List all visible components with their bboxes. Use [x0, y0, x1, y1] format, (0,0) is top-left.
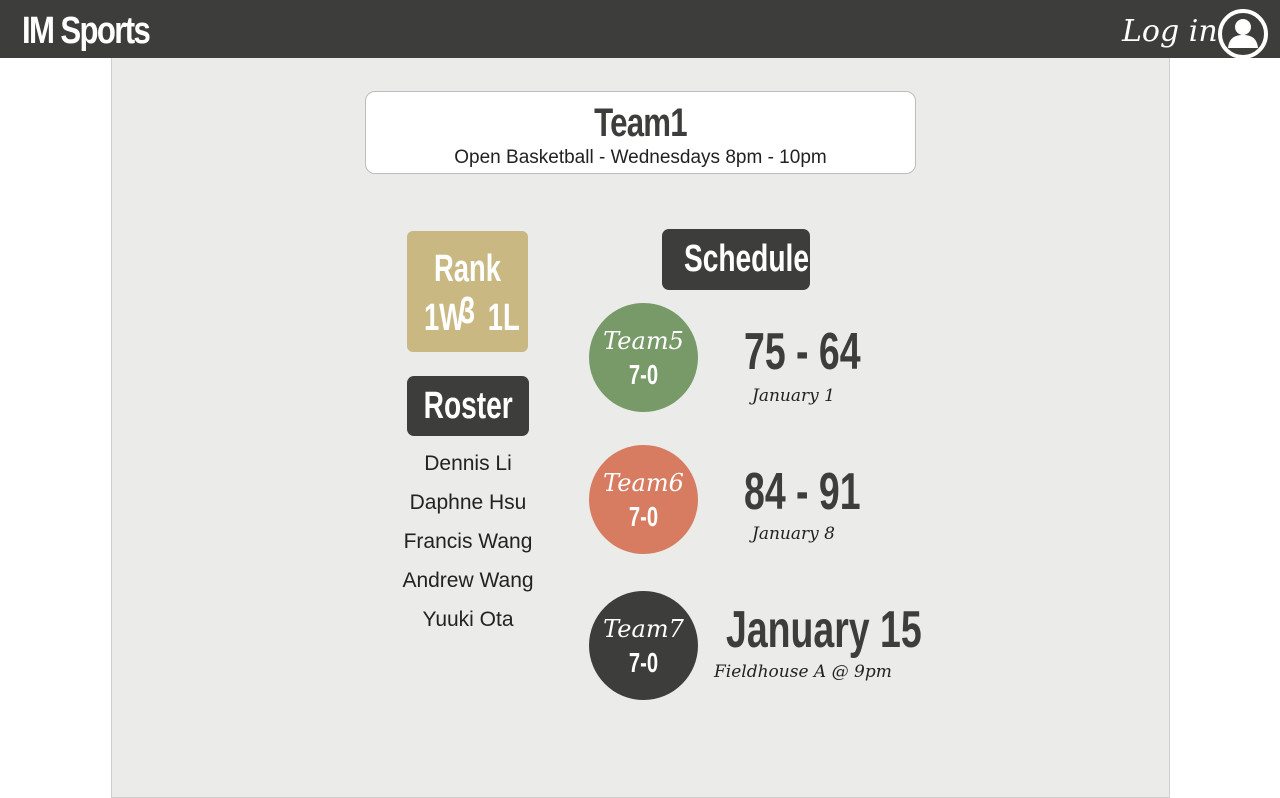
opponent-name: Team6	[603, 469, 684, 497]
opponent-name: Team5	[603, 327, 684, 355]
opponent-record: 7-0	[628, 501, 659, 532]
roster-heading-label: Roster	[423, 385, 513, 427]
schedule-heading: Schedule	[662, 229, 810, 290]
roster-heading: Roster	[407, 376, 529, 436]
roster-player: Daphne Hsu	[409, 491, 527, 514]
game-score: 75 - 64	[744, 323, 861, 381]
game-score: 84 - 91	[744, 463, 861, 521]
roster-player: Francis Wang	[403, 530, 533, 553]
roster-player: Andrew Wang	[402, 569, 534, 592]
roster-list: Dennis Li Daphne Hsu Francis Wang Andrew…	[367, 444, 569, 639]
team-header-card: Team1 Open Basketball - Wednesdays 8pm -…	[365, 91, 916, 174]
upcoming-game-date: January 15	[726, 601, 922, 659]
top-nav-bar: IM Sports Log in	[0, 0, 1280, 60]
game-date: January 8	[752, 524, 835, 544]
login-link[interactable]: Log in	[1122, 12, 1218, 52]
team-league-info: Open Basketball - Wednesdays 8pm - 10pm	[454, 147, 827, 168]
schedule-heading-label: Schedule	[683, 238, 809, 280]
opponent-record: 7-0	[628, 359, 659, 390]
roster-player: Yuuki Ota	[422, 608, 514, 631]
opponent-badge-team6[interactable]: Team6 7-0	[589, 445, 698, 554]
opponent-badge-team7[interactable]: Team7 7-0	[589, 591, 698, 700]
brand-logo[interactable]: IM Sports	[22, 9, 151, 53]
team-name: Team1	[594, 101, 687, 145]
upcoming-game-location: Fieldhouse A @ 9pm	[714, 662, 892, 682]
standing-badge: Rank 3 1W 1L	[407, 231, 528, 352]
opponent-record: 7-0	[628, 647, 659, 678]
roster-player: Dennis Li	[424, 452, 512, 475]
win-loss-record: 1W 1L	[423, 297, 520, 339]
game-date: January 1	[752, 386, 835, 406]
user-circle-icon[interactable]	[1217, 8, 1269, 60]
opponent-badge-team5[interactable]: Team5 7-0	[589, 303, 698, 412]
opponent-name: Team7	[603, 615, 684, 643]
